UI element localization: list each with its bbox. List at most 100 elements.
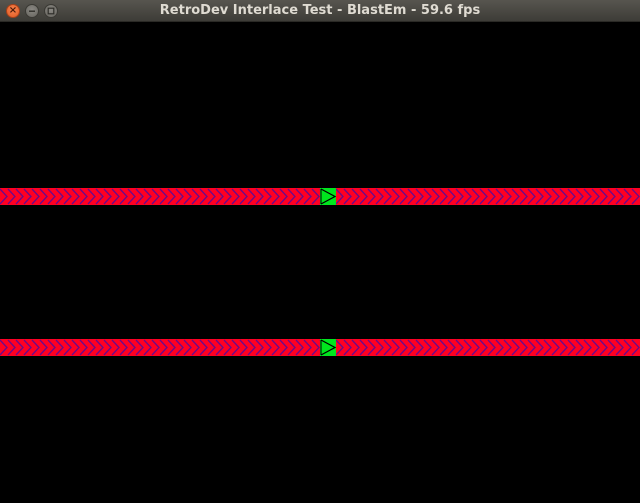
chevron: [503, 339, 512, 356]
chevron: [375, 188, 384, 205]
emulator-screen[interactable]: [0, 22, 640, 503]
chevron: [127, 188, 136, 205]
chevron: [151, 188, 160, 205]
play-arrow-icon: [320, 188, 336, 205]
chevron: [135, 339, 144, 356]
chevron: [527, 339, 536, 356]
chevron: [31, 188, 40, 205]
chevron: [295, 339, 304, 356]
chevron: [63, 188, 72, 205]
green-arrow-sprite-top: [320, 188, 336, 205]
chevron: [239, 339, 248, 356]
chevron: [399, 339, 408, 356]
chevron: [591, 339, 600, 356]
chevron: [447, 339, 456, 356]
chevron: [87, 339, 96, 356]
chevron: [47, 188, 56, 205]
chevron: [311, 188, 320, 205]
chevron: [351, 339, 360, 356]
chevron: [39, 339, 48, 356]
chevron: [511, 339, 520, 356]
chevron: [343, 339, 352, 356]
chevron: [431, 188, 440, 205]
chevron: [391, 188, 400, 205]
chevron: [175, 339, 184, 356]
chevron: [167, 339, 176, 356]
chevron: [247, 339, 256, 356]
chevron: [143, 188, 152, 205]
chevron: [511, 188, 520, 205]
chevron: [503, 188, 512, 205]
chevron: [551, 339, 560, 356]
chevron: [607, 188, 616, 205]
chevron: [455, 188, 464, 205]
chevron: [359, 339, 368, 356]
chevron: [183, 339, 192, 356]
chevron: [215, 339, 224, 356]
chevron: [543, 339, 552, 356]
chevron: [439, 339, 448, 356]
chevron: [199, 188, 208, 205]
chevron: [559, 188, 568, 205]
chevron: [479, 188, 488, 205]
chevron: [407, 339, 416, 356]
chevron: [415, 188, 424, 205]
chevron: [287, 339, 296, 356]
chevron: [71, 188, 80, 205]
chevron: [623, 339, 632, 356]
chevron: [103, 339, 112, 356]
chevron: [407, 188, 416, 205]
chevron: [223, 339, 232, 356]
chevron: [271, 188, 280, 205]
chevron: [191, 188, 200, 205]
chevron: [303, 188, 312, 205]
chevron: [375, 339, 384, 356]
chevron: [559, 339, 568, 356]
chevron: [15, 188, 24, 205]
chevron: [463, 339, 472, 356]
chevron: [543, 188, 552, 205]
chevron: [487, 339, 496, 356]
chevron: [191, 339, 200, 356]
chevron: [455, 339, 464, 356]
chevron: [199, 339, 208, 356]
chevron: [111, 339, 120, 356]
chevron: [39, 188, 48, 205]
chevron: [231, 339, 240, 356]
chevron: [471, 188, 480, 205]
chevron: [599, 188, 608, 205]
chevron: [335, 188, 344, 205]
chevron: [391, 339, 400, 356]
chevron: [79, 339, 88, 356]
chevron: [471, 339, 480, 356]
chevron: [575, 339, 584, 356]
chevron: [95, 339, 104, 356]
chevron: [575, 188, 584, 205]
chevron: [271, 339, 280, 356]
chevron: [151, 339, 160, 356]
chevron: [47, 339, 56, 356]
chevron: [79, 188, 88, 205]
chevron: [63, 339, 72, 356]
title-bar[interactable]: × RetroDev Interlace Test - BlastEm - 59…: [0, 0, 640, 22]
chevron: [383, 339, 392, 356]
chevron: [23, 339, 32, 356]
chevron: [15, 339, 24, 356]
chevron: [119, 188, 128, 205]
chevron: [495, 188, 504, 205]
chevron: [215, 188, 224, 205]
chevron: [367, 188, 376, 205]
chevron: [383, 188, 392, 205]
chevron: [527, 188, 536, 205]
play-arrow-icon: [320, 339, 336, 356]
chevron: [567, 188, 576, 205]
chevron: [567, 339, 576, 356]
chevron: [335, 339, 344, 356]
chevron: [223, 188, 232, 205]
chevron: [0, 339, 8, 356]
chevron: [439, 188, 448, 205]
chevron: [255, 188, 264, 205]
chevron: [311, 339, 320, 356]
chevron: [287, 188, 296, 205]
chevron: [31, 339, 40, 356]
